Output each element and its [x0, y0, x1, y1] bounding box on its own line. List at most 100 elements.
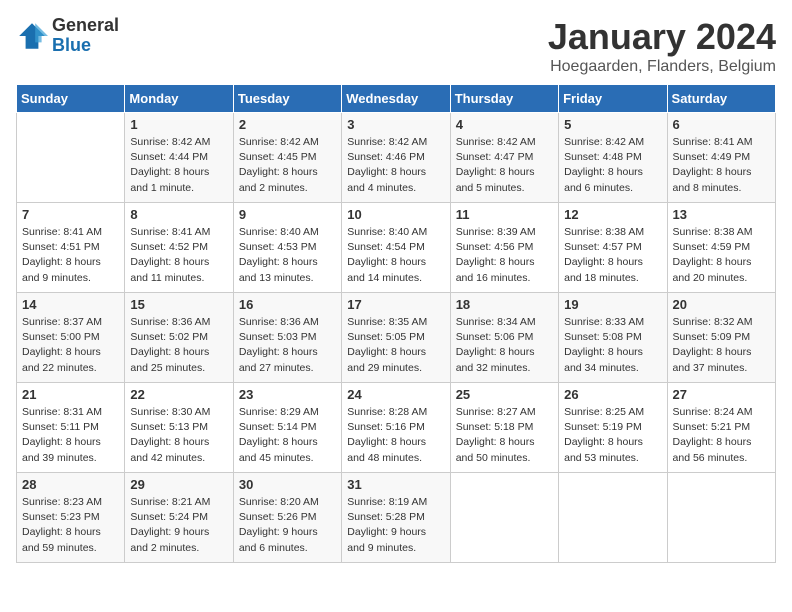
- calendar-cell: 5 Sunrise: 8:42 AMSunset: 4:48 PMDaylight…: [559, 113, 667, 203]
- day-info: Sunrise: 8:36 AMSunset: 5:02 PMDaylight:…: [130, 315, 227, 376]
- day-info: Sunrise: 8:42 AMSunset: 4:44 PMDaylight:…: [130, 135, 227, 196]
- day-info: Sunrise: 8:36 AMSunset: 5:03 PMDaylight:…: [239, 315, 336, 376]
- day-info: Sunrise: 8:42 AMSunset: 4:48 PMDaylight:…: [564, 135, 661, 196]
- days-header-row: SundayMondayTuesdayWednesdayThursdayFrid…: [17, 85, 776, 113]
- day-info: Sunrise: 8:39 AMSunset: 4:56 PMDaylight:…: [456, 225, 553, 286]
- day-number: 15: [130, 297, 227, 312]
- week-row-5: 28 Sunrise: 8:23 AMSunset: 5:23 PMDayligh…: [17, 473, 776, 563]
- calendar-cell: [450, 473, 558, 563]
- day-number: 7: [22, 207, 119, 222]
- day-info: Sunrise: 8:38 AMSunset: 4:59 PMDaylight:…: [673, 225, 770, 286]
- day-number: 2: [239, 117, 336, 132]
- day-info: Sunrise: 8:20 AMSunset: 5:26 PMDaylight:…: [239, 495, 336, 556]
- week-row-1: 1 Sunrise: 8:42 AMSunset: 4:44 PMDaylight…: [17, 113, 776, 203]
- calendar-cell: [559, 473, 667, 563]
- day-number: 5: [564, 117, 661, 132]
- calendar-cell: 1 Sunrise: 8:42 AMSunset: 4:44 PMDaylight…: [125, 113, 233, 203]
- day-header-thursday: Thursday: [450, 85, 558, 113]
- day-info: Sunrise: 8:31 AMSunset: 5:11 PMDaylight:…: [22, 405, 119, 466]
- day-header-monday: Monday: [125, 85, 233, 113]
- day-info: Sunrise: 8:30 AMSunset: 5:13 PMDaylight:…: [130, 405, 227, 466]
- day-info: Sunrise: 8:41 AMSunset: 4:52 PMDaylight:…: [130, 225, 227, 286]
- calendar-cell: 22Sunrise: 8:30 AMSunset: 5:13 PMDayligh…: [125, 383, 233, 473]
- calendar-cell: 3Sunrise: 8:42 AMSunset: 4:46 PMDaylight…: [342, 113, 450, 203]
- day-info: Sunrise: 8:42 AMSunset: 4:45 PMDaylight:…: [239, 135, 336, 196]
- day-header-tuesday: Tuesday: [233, 85, 341, 113]
- day-number: 8: [130, 207, 227, 222]
- day-number: 21: [22, 387, 119, 402]
- calendar-cell: 21 Sunrise: 8:31 AMSunset: 5:11 PMDayligh…: [17, 383, 125, 473]
- calendar-cell: [17, 113, 125, 203]
- day-number: 16: [239, 297, 336, 312]
- day-number: 6: [673, 117, 770, 132]
- day-number: 1: [130, 117, 227, 132]
- week-row-4: 21 Sunrise: 8:31 AMSunset: 5:11 PMDayligh…: [17, 383, 776, 473]
- calendar-cell: 30 Sunrise: 8:20 AMSunset: 5:26 PMDayligh…: [233, 473, 341, 563]
- logo: General Blue: [16, 16, 119, 56]
- day-number: 13: [673, 207, 770, 222]
- calendar-cell: 8 Sunrise: 8:41 AMSunset: 4:52 PMDaylight…: [125, 203, 233, 293]
- day-header-saturday: Saturday: [667, 85, 775, 113]
- day-info: Sunrise: 8:32 AMSunset: 5:09 PMDaylight:…: [673, 315, 770, 376]
- day-number: 10: [347, 207, 444, 222]
- calendar-subtitle: Hoegaarden, Flanders, Belgium: [548, 58, 776, 76]
- calendar-cell: 11 Sunrise: 8:39 AMSunset: 4:56 PMDayligh…: [450, 203, 558, 293]
- calendar-cell: 2 Sunrise: 8:42 AMSunset: 4:45 PMDaylight…: [233, 113, 341, 203]
- day-number: 30: [239, 477, 336, 492]
- day-number: 9: [239, 207, 336, 222]
- day-header-sunday: Sunday: [17, 85, 125, 113]
- calendar-cell: 18 Sunrise: 8:34 AMSunset: 5:06 PMDayligh…: [450, 293, 558, 383]
- calendar-cell: 10 Sunrise: 8:40 AMSunset: 4:54 PMDayligh…: [342, 203, 450, 293]
- calendar-cell: 26Sunrise: 8:25 AMSunset: 5:19 PMDayligh…: [559, 383, 667, 473]
- day-info: Sunrise: 8:34 AMSunset: 5:06 PMDaylight:…: [456, 315, 553, 376]
- day-number: 17: [347, 297, 444, 312]
- calendar-cell: 14Sunrise: 8:37 AMSunset: 5:00 PMDayligh…: [17, 293, 125, 383]
- day-number: 18: [456, 297, 553, 312]
- calendar-cell: 9 Sunrise: 8:40 AMSunset: 4:53 PMDaylight…: [233, 203, 341, 293]
- day-info: Sunrise: 8:38 AMSunset: 4:57 PMDaylight:…: [564, 225, 661, 286]
- day-info: Sunrise: 8:41 AMSunset: 4:49 PMDaylight:…: [673, 135, 770, 196]
- calendar-cell: 31 Sunrise: 8:19 AMSunset: 5:28 PMDayligh…: [342, 473, 450, 563]
- calendar-cell: 12 Sunrise: 8:38 AMSunset: 4:57 PMDayligh…: [559, 203, 667, 293]
- page-header: General Blue January 2024 Hoegaarden, Fl…: [16, 16, 776, 76]
- day-number: 4: [456, 117, 553, 132]
- day-number: 29: [130, 477, 227, 492]
- day-number: 20: [673, 297, 770, 312]
- day-number: 25: [456, 387, 553, 402]
- day-number: 28: [22, 477, 119, 492]
- calendar-cell: 28 Sunrise: 8:23 AMSunset: 5:23 PMDayligh…: [17, 473, 125, 563]
- calendar-table: SundayMondayTuesdayWednesdayThursdayFrid…: [16, 84, 776, 563]
- day-info: Sunrise: 8:27 AMSunset: 5:18 PMDaylight:…: [456, 405, 553, 466]
- week-row-2: 7 Sunrise: 8:41 AMSunset: 4:51 PMDaylight…: [17, 203, 776, 293]
- day-info: Sunrise: 8:40 AMSunset: 4:53 PMDaylight:…: [239, 225, 336, 286]
- logo-text: General Blue: [52, 16, 119, 56]
- day-info: Sunrise: 8:42 AMSunset: 4:46 PMDaylight:…: [347, 135, 444, 196]
- calendar-cell: 15 Sunrise: 8:36 AMSunset: 5:02 PMDayligh…: [125, 293, 233, 383]
- day-info: Sunrise: 8:35 AMSunset: 5:05 PMDaylight:…: [347, 315, 444, 376]
- day-number: 31: [347, 477, 444, 492]
- day-info: Sunrise: 8:40 AMSunset: 4:54 PMDaylight:…: [347, 225, 444, 286]
- calendar-cell: [667, 473, 775, 563]
- day-number: 19: [564, 297, 661, 312]
- calendar-cell: 25 Sunrise: 8:27 AMSunset: 5:18 PMDayligh…: [450, 383, 558, 473]
- day-info: Sunrise: 8:19 AMSunset: 5:28 PMDaylight:…: [347, 495, 444, 556]
- day-info: Sunrise: 8:25 AMSunset: 5:19 PMDaylight:…: [564, 405, 661, 466]
- day-info: Sunrise: 8:24 AMSunset: 5:21 PMDaylight:…: [673, 405, 770, 466]
- day-number: 27: [673, 387, 770, 402]
- calendar-cell: 13 Sunrise: 8:38 AMSunset: 4:59 PMDayligh…: [667, 203, 775, 293]
- calendar-cell: 23Sunrise: 8:29 AMSunset: 5:14 PMDayligh…: [233, 383, 341, 473]
- calendar-cell: 24Sunrise: 8:28 AMSunset: 5:16 PMDayligh…: [342, 383, 450, 473]
- day-number: 12: [564, 207, 661, 222]
- day-info: Sunrise: 8:41 AMSunset: 4:51 PMDaylight:…: [22, 225, 119, 286]
- calendar-cell: 6 Sunrise: 8:41 AMSunset: 4:49 PMDaylight…: [667, 113, 775, 203]
- calendar-cell: 19Sunrise: 8:33 AMSunset: 5:08 PMDayligh…: [559, 293, 667, 383]
- day-number: 24: [347, 387, 444, 402]
- calendar-cell: 29Sunrise: 8:21 AMSunset: 5:24 PMDayligh…: [125, 473, 233, 563]
- calendar-cell: 7 Sunrise: 8:41 AMSunset: 4:51 PMDaylight…: [17, 203, 125, 293]
- day-number: 11: [456, 207, 553, 222]
- calendar-cell: 4 Sunrise: 8:42 AMSunset: 4:47 PMDaylight…: [450, 113, 558, 203]
- day-info: Sunrise: 8:42 AMSunset: 4:47 PMDaylight:…: [456, 135, 553, 196]
- day-info: Sunrise: 8:29 AMSunset: 5:14 PMDaylight:…: [239, 405, 336, 466]
- day-info: Sunrise: 8:23 AMSunset: 5:23 PMDaylight:…: [22, 495, 119, 556]
- day-header-friday: Friday: [559, 85, 667, 113]
